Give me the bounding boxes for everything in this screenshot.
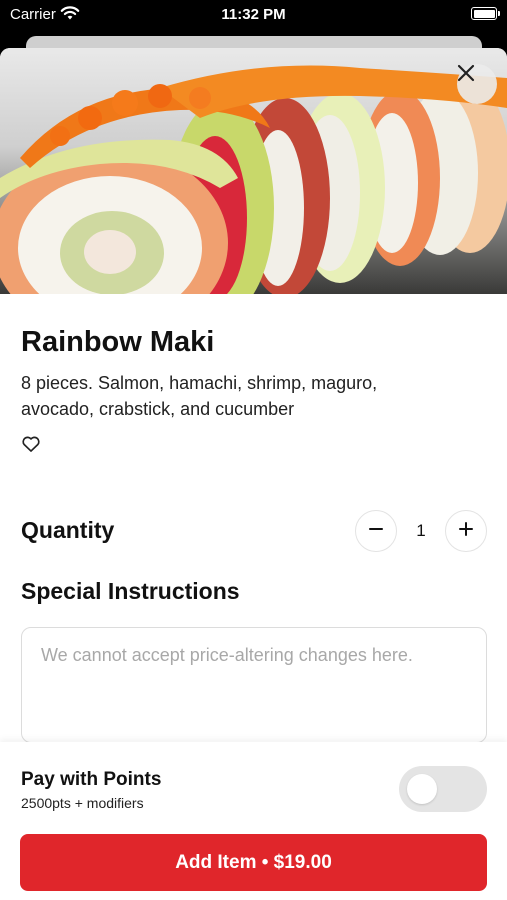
item-description: 8 pieces. Salmon, hamachi, shrimp, magur…: [21, 373, 378, 419]
plus-icon: [458, 521, 474, 542]
special-instructions-input[interactable]: [21, 627, 487, 743]
item-detail-sheet: Rainbow Maki 8 pieces. Salmon, hamachi, …: [0, 48, 507, 900]
item-title: Rainbow Maki: [21, 326, 215, 358]
pay-with-points-toggle[interactable]: [399, 766, 487, 812]
special-instructions-label: Special Instructions: [21, 578, 240, 604]
pay-with-points-subtitle: 2500pts + modifiers: [21, 795, 144, 811]
decrease-quantity-button[interactable]: [355, 510, 397, 552]
sushi-photo-icon: [0, 65, 507, 294]
quantity-stepper: 1: [355, 510, 487, 552]
toggle-knob: [407, 774, 437, 804]
minus-icon: [368, 521, 384, 542]
status-bar: Carrier 11:32 PM: [0, 0, 507, 32]
clock: 11:32 PM: [221, 6, 286, 23]
checkout-bar: Pay with Points 2500pts + modifiers Add …: [0, 742, 507, 900]
add-item-button[interactable]: Add Item • $19.00: [20, 834, 487, 891]
battery-icon: [471, 7, 500, 20]
item-photo: [0, 48, 507, 294]
increase-quantity-button[interactable]: [445, 510, 487, 552]
quantity-value: 1: [416, 521, 426, 540]
favorite-heart-icon[interactable]: [21, 434, 41, 454]
close-button[interactable]: [457, 64, 497, 104]
pay-with-points-title: Pay with Points: [21, 769, 162, 790]
